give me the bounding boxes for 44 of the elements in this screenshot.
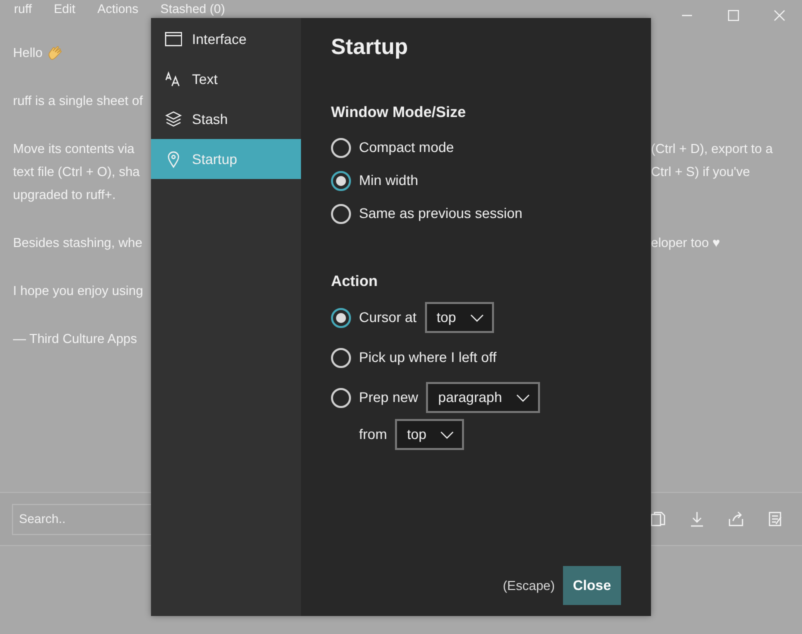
sidebar-tab[interactable]: Text <box>151 59 301 99</box>
radio-button[interactable] <box>331 348 351 368</box>
text-line: text file (Ctrl + O), sha <box>13 163 140 181</box>
sidebar-tab[interactable]: Interface <box>151 19 301 59</box>
option-label: from <box>359 425 387 444</box>
text-line: Hello <box>13 44 43 62</box>
text-line: Move its contents via <box>13 140 134 158</box>
text-line: upgraded to ruff+. <box>13 186 116 204</box>
radio-button[interactable] <box>331 138 351 158</box>
dropdown[interactable]: paragraph <box>426 382 540 413</box>
location-pin-icon <box>165 150 182 168</box>
option-label: Cursor at <box>359 308 417 327</box>
text-line: — Third Culture Apps <box>13 330 138 348</box>
layers-icon <box>165 110 182 128</box>
copy-icon[interactable] <box>650 511 666 527</box>
dialog-title: Startup <box>331 33 409 61</box>
text-line: ruff is a single sheet of <box>13 92 143 110</box>
dropdown[interactable]: top <box>424 302 494 333</box>
window-icon <box>165 30 182 48</box>
chevron-down-icon <box>440 430 454 438</box>
section-heading: Window Mode/Size <box>331 103 467 123</box>
text-size-icon <box>165 70 182 88</box>
chevron-down-icon <box>516 394 530 402</box>
dropdown[interactable]: top <box>395 419 464 450</box>
section-heading: Action <box>331 272 379 292</box>
option-label: Min width <box>359 171 418 190</box>
radio-button[interactable] <box>331 204 351 224</box>
shortcut-hint: (Escape) <box>502 576 555 595</box>
radio-button[interactable] <box>331 170 351 190</box>
option-label: Prep new <box>359 388 418 407</box>
option-label: Same as previous session <box>359 204 522 223</box>
radio-button[interactable] <box>331 308 351 328</box>
radio-button[interactable] <box>331 388 351 408</box>
close-button[interactable]: Close <box>562 566 621 605</box>
chevron-down-icon <box>470 314 484 322</box>
text-line: eloper too ♥ <box>651 235 720 250</box>
waving-hand-icon <box>46 44 63 60</box>
sidebar-tab[interactable]: Stash <box>151 99 301 139</box>
text-line: I hope you enjoy using <box>13 282 144 300</box>
text-line: (Ctrl + D), export to a <box>651 141 773 156</box>
text-line: Besides stashing, whe <box>13 234 142 252</box>
option-label: Compact mode <box>359 138 454 157</box>
option-label: Pick up where I left off <box>359 348 496 367</box>
text-line: Ctrl + S) if you've <box>651 164 750 179</box>
